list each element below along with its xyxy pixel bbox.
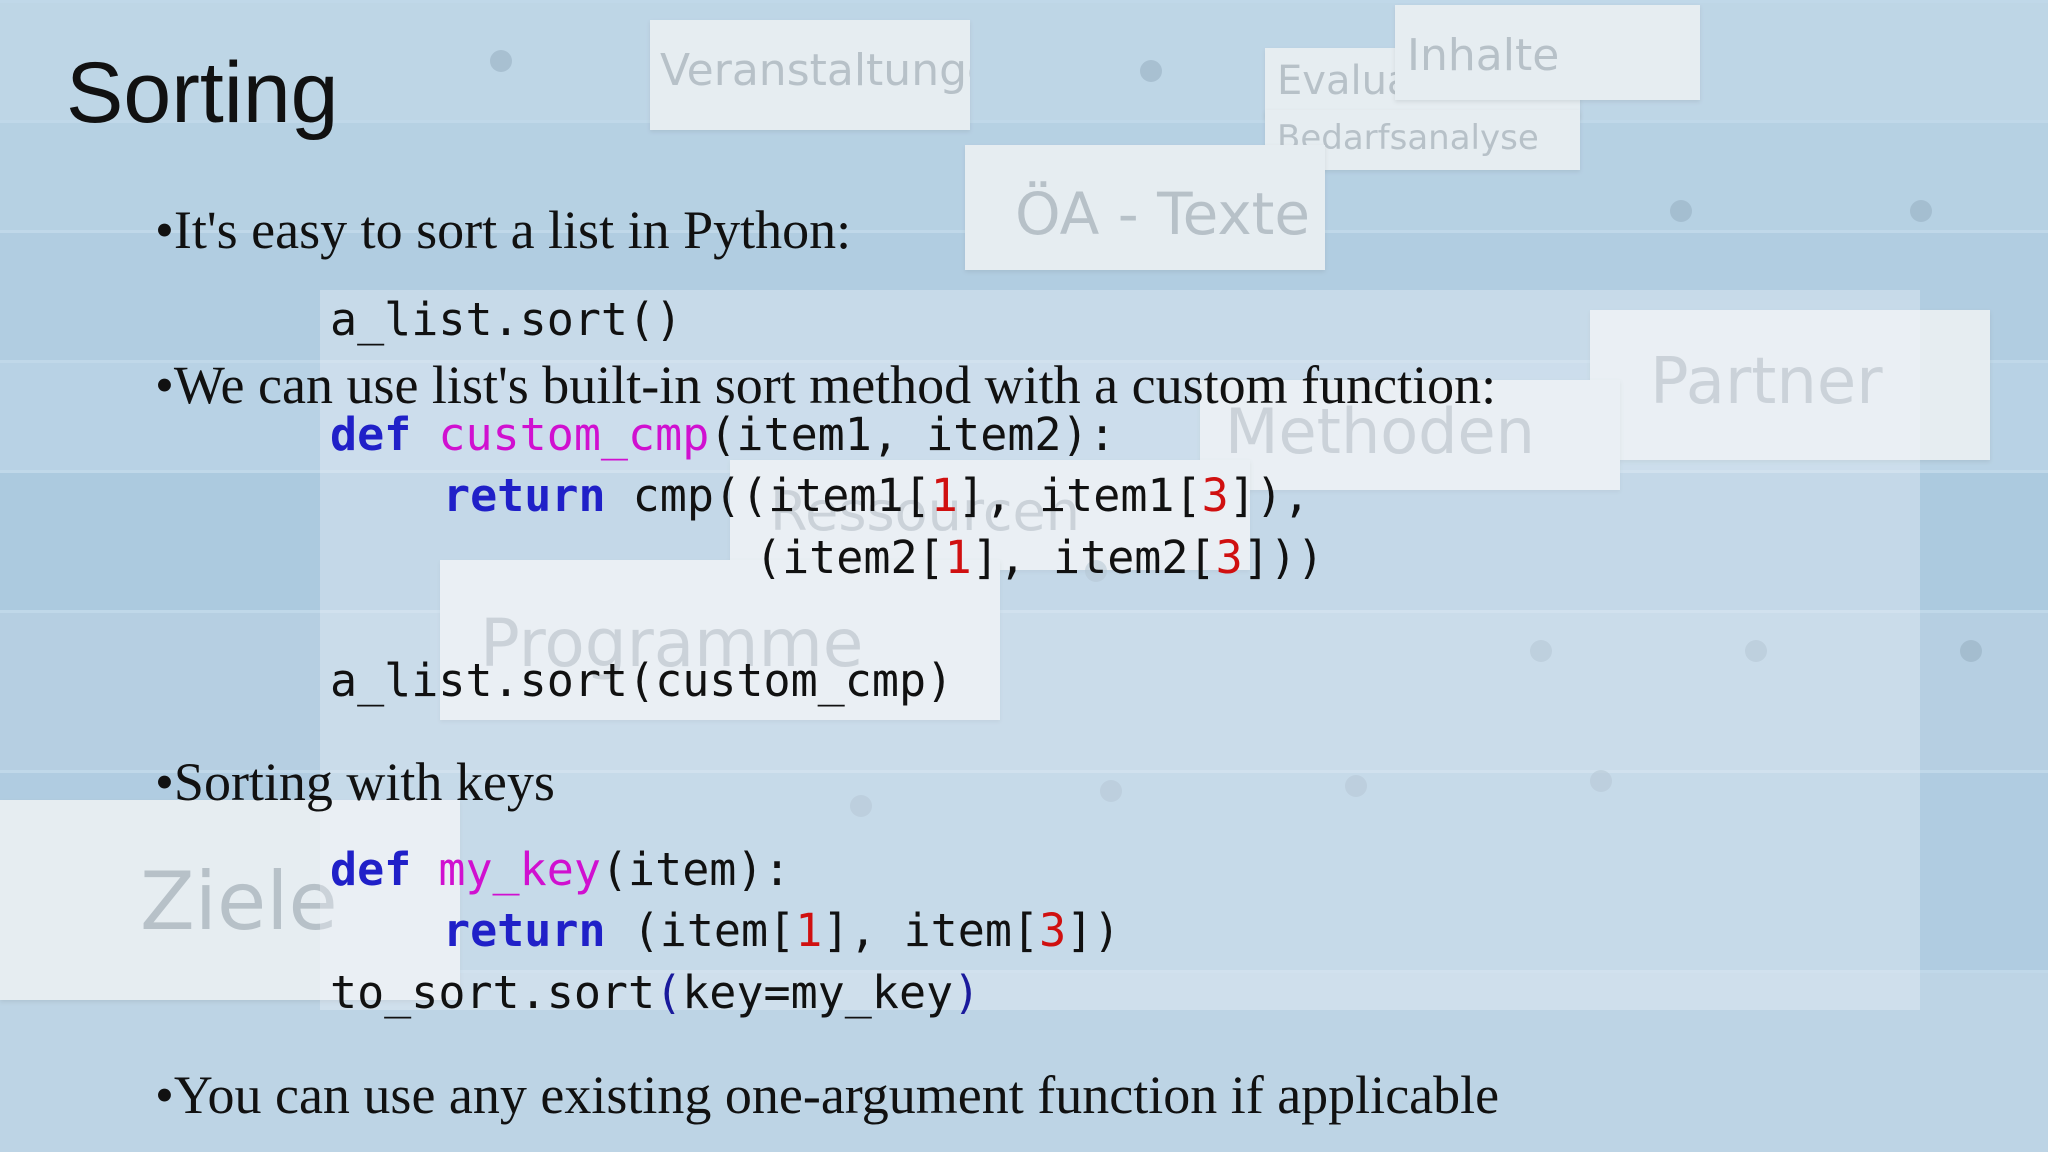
keyword-return: return xyxy=(443,469,606,522)
code-fragment: ]) xyxy=(1066,904,1121,957)
code-fragment: (item[ xyxy=(632,904,796,957)
code-key-sort-call: to_sort.sort(key=my_key) xyxy=(330,970,980,1015)
bullet-custom-function: •We can use list's built-in sort method … xyxy=(155,355,1497,415)
code-custom-sort-call: a_list.sort(custom_cmp) xyxy=(330,654,954,707)
params: (item1, item2): xyxy=(709,408,1116,461)
code-sort-call: a_list.sort() xyxy=(330,293,683,346)
code-fragment: ], item1[ xyxy=(957,469,1202,522)
slide: Veranstaltungen Evaluation + Bedarfsanal… xyxy=(0,0,2048,1152)
code-custom-return-line: return cmp((item1[1], item1[3]), xyxy=(443,473,1310,518)
slide-title: Sorting xyxy=(66,45,339,141)
code-custom-continuation-line: (item2[1], item2[3])) xyxy=(755,535,1324,580)
code-fragment: to_sort.sort xyxy=(330,966,656,1019)
code-fragment: ], item[ xyxy=(822,904,1040,957)
number-literal: 3 xyxy=(1201,469,1229,522)
code-fragment: ])) xyxy=(1242,531,1324,584)
cmp-call: cmp xyxy=(632,469,714,522)
code-fragment: ]), xyxy=(1228,469,1310,522)
code-key-def-line: def my_key(item): xyxy=(330,847,791,892)
bullet-one-argument: •You can use any existing one-argument f… xyxy=(155,1065,1500,1125)
function-name: custom_cmp xyxy=(438,408,710,461)
paren: ( xyxy=(655,966,683,1019)
keyword-def: def xyxy=(330,408,412,461)
code-fragment: ], item2[ xyxy=(971,531,1216,584)
paren: ) xyxy=(953,966,981,1019)
number-literal: 1 xyxy=(944,531,972,584)
number-literal: 3 xyxy=(1215,531,1243,584)
function-name: my_key xyxy=(438,843,601,896)
params: (item): xyxy=(600,843,791,896)
number-literal: 1 xyxy=(930,469,958,522)
keyword-def: def xyxy=(330,843,412,896)
code-fragment: key=my_key xyxy=(682,966,954,1019)
bullet-easy-sort: •It's easy to sort a list in Python: xyxy=(155,200,852,260)
number-literal: 1 xyxy=(795,904,823,957)
code-fragment: ((item1[ xyxy=(713,469,931,522)
bullet-sorting-keys: •Sorting with keys xyxy=(155,752,555,812)
code-key-return-line: return (item[1], item[3]) xyxy=(443,908,1120,953)
number-literal: 3 xyxy=(1039,904,1067,957)
code-custom-def-line: def custom_cmp(item1, item2): xyxy=(330,412,1116,457)
keyword-return: return xyxy=(443,904,606,957)
code-fragment: (item2[ xyxy=(755,531,945,584)
